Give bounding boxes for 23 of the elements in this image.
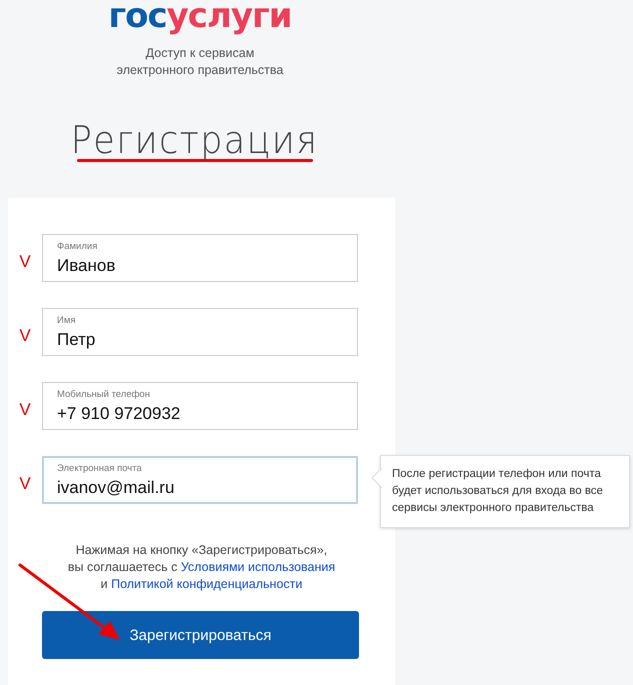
field-label: Электронная почта bbox=[57, 463, 143, 475]
form-field[interactable]: Фамилия Иванов bbox=[42, 234, 358, 282]
form-field[interactable]: Мобильный телефон +7 910 9720932 bbox=[42, 382, 358, 430]
text-input[interactable]: ivanov@mail.ru bbox=[57, 478, 347, 498]
text-input[interactable]: Иванов bbox=[57, 256, 347, 276]
agreement-text: Нажимая на кнопку «Зарегистрироваться», вы соглашаетесь с Условиями использования и Политикой конфиденциальности bbox=[66, 542, 336, 593]
policy-link[interactable]: Политикой конфиденциальности bbox=[111, 577, 302, 591]
logo: госуслуги bbox=[108, 0, 292, 32]
field-label: Фамилия bbox=[57, 241, 98, 253]
form-field[interactable]: Имя Петр bbox=[42, 308, 358, 356]
text-input[interactable]: Петр bbox=[57, 330, 347, 350]
policy-link[interactable]: Условиями использования bbox=[180, 560, 336, 574]
check-mark: V bbox=[18, 399, 32, 420]
check-mark: V bbox=[18, 251, 32, 272]
form-field[interactable]: Электронная почта ivanov@mail.ru bbox=[42, 456, 358, 504]
tagline: Доступ к сервисам электронного правительства bbox=[116, 45, 284, 79]
tooltip-pointer bbox=[372, 468, 382, 488]
check-mark: V bbox=[18, 325, 32, 346]
register-button[interactable]: Зарегистрироваться bbox=[42, 611, 359, 659]
check-mark: V bbox=[18, 473, 32, 494]
field-label: Имя bbox=[57, 315, 77, 327]
text-input[interactable]: +7 910 9720932 bbox=[57, 404, 347, 424]
field-label: Мобильный телефон bbox=[57, 389, 151, 401]
